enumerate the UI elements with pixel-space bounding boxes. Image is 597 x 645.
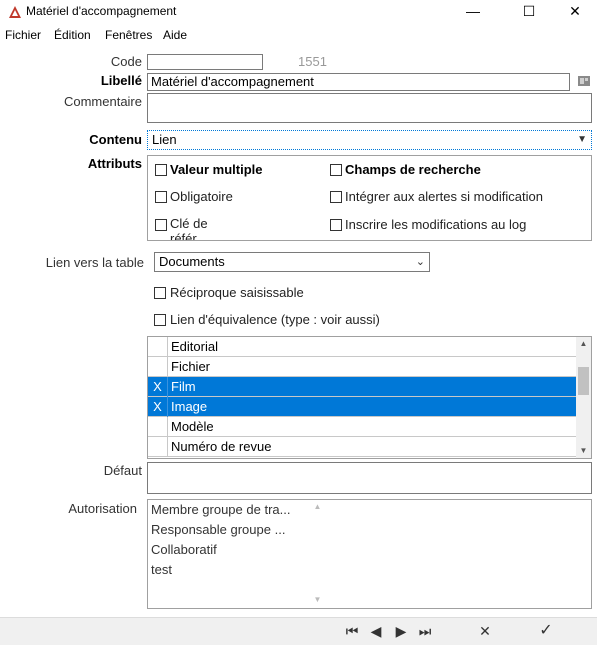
- inscrire-log-checkbox[interactable]: [330, 219, 342, 231]
- inscrire-log-label: Inscrire les modifications au log: [345, 217, 527, 232]
- chevron-down-icon: ⌄: [415, 256, 425, 268]
- lien-equivalence-label: Lien d'équivalence (type : voir aussi): [170, 312, 380, 327]
- menu-fenetres[interactable]: Fenêtres: [105, 28, 152, 42]
- lien-equivalence-checkbox[interactable]: [154, 314, 166, 326]
- code-input[interactable]: [147, 54, 263, 70]
- contenu-label: Contenu: [89, 132, 142, 147]
- code-label: Code: [110, 54, 142, 69]
- integrer-alertes-checkbox[interactable]: [330, 191, 342, 203]
- autorisation-label: Autorisation: [68, 501, 137, 516]
- obligatoire-label: Obligatoire: [170, 189, 233, 204]
- table-row[interactable]: Fichier: [148, 357, 576, 377]
- lien-table-value: Documents: [159, 254, 225, 269]
- cle-de-label-cont: référ...: [170, 231, 207, 240]
- translate-icon[interactable]: [577, 74, 591, 88]
- cle-de-checkbox[interactable]: [155, 219, 167, 231]
- obligatoire-checkbox[interactable]: [155, 191, 167, 203]
- commentaire-label: Commentaire: [63, 94, 142, 109]
- last-record-button[interactable]: ⏭: [415, 621, 435, 641]
- bottom-toolbar: [0, 617, 597, 645]
- app-icon: [9, 6, 21, 18]
- scroll-up-icon[interactable]: ▲: [576, 337, 591, 351]
- row-mark[interactable]: [148, 337, 168, 357]
- autorisation-scrollbar[interactable]: ▲ ▼: [310, 500, 325, 608]
- row-label: Modèle: [171, 419, 214, 434]
- contenu-value: Lien: [152, 132, 177, 147]
- table-types-list: Editorial Fichier X Film X Image Modèle Numéro …: [147, 336, 592, 459]
- close-button[interactable]: ✕: [552, 0, 597, 24]
- table-row[interactable]: Modèle: [148, 417, 576, 437]
- lien-table-select[interactable]: Documents ⌄: [154, 252, 430, 272]
- list-item[interactable]: Responsable groupe ...: [151, 522, 285, 537]
- row-mark[interactable]: X: [148, 397, 168, 417]
- row-label: Fichier: [171, 359, 211, 374]
- champs-recherche-checkbox[interactable]: [330, 164, 342, 176]
- row-mark[interactable]: X: [148, 377, 168, 397]
- list-item[interactable]: test: [151, 562, 172, 577]
- row-label: Film: [171, 379, 196, 394]
- champs-recherche-label: Champs de recherche: [345, 162, 481, 177]
- integrer-alertes-label: Intégrer aux alertes si modification: [345, 189, 543, 204]
- menu-aide[interactable]: Aide: [163, 28, 187, 42]
- valeur-multiple-label: Valeur multiple: [170, 162, 263, 177]
- autorisation-list: Membre groupe de tra... Responsable group…: [147, 499, 592, 609]
- scroll-thumb[interactable]: [578, 367, 589, 395]
- row-mark[interactable]: [148, 437, 168, 457]
- window-title: Matériel d'accompagnement: [26, 4, 177, 18]
- cancel-button[interactable]: ✕: [475, 621, 495, 641]
- reciproque-checkbox[interactable]: [154, 287, 166, 299]
- row-label: Image: [171, 399, 208, 414]
- table-row[interactable]: Numéro de revue: [148, 437, 576, 457]
- list-item[interactable]: Membre groupe de tra...: [151, 502, 290, 517]
- commentaire-input[interactable]: [147, 93, 592, 123]
- list-item[interactable]: Collaboratif: [151, 542, 217, 557]
- table-row[interactable]: X Image: [148, 397, 576, 417]
- libelle-input[interactable]: Matériel d'accompagnement: [147, 73, 570, 91]
- scroll-down-icon[interactable]: ▼: [310, 593, 325, 607]
- valeur-multiple-checkbox[interactable]: [155, 164, 167, 176]
- row-label: Editorial: [171, 339, 218, 354]
- defaut-label: Défaut: [103, 463, 142, 478]
- scroll-up-icon[interactable]: ▲: [310, 500, 325, 514]
- defaut-input[interactable]: [147, 462, 592, 494]
- reciproque-label: Réciproque saisissable: [170, 285, 304, 300]
- row-mark[interactable]: [148, 357, 168, 377]
- menu-edition[interactable]: Édition: [54, 28, 91, 42]
- chevron-down-icon: ▼: [577, 134, 587, 145]
- menu-fichier[interactable]: Fichier: [5, 28, 41, 42]
- list-scrollbar[interactable]: ▲ ▼: [576, 337, 591, 458]
- table-row[interactable]: Editorial: [148, 337, 576, 357]
- validate-button[interactable]: ✓: [536, 621, 556, 641]
- attributs-label: Attributs: [87, 156, 142, 171]
- row-mark[interactable]: [148, 417, 168, 437]
- cle-de-label: Clé de: [170, 216, 208, 231]
- lien-table-label: Lien vers la table: [45, 255, 144, 270]
- code-number: 1551: [298, 54, 327, 69]
- contenu-select[interactable]: Lien ▼: [147, 130, 592, 150]
- scroll-down-icon[interactable]: ▼: [576, 444, 591, 458]
- table-row[interactable]: X Film: [148, 377, 576, 397]
- next-record-button[interactable]: ▶: [391, 621, 411, 641]
- cle-de-label-wrap: Clé de référ...: [170, 216, 208, 240]
- previous-record-button[interactable]: ◀: [366, 621, 386, 641]
- first-record-button[interactable]: ⏮: [342, 621, 362, 641]
- row-label: Numéro de revue: [171, 439, 272, 454]
- maximize-button[interactable]: ☐: [506, 0, 552, 24]
- minimize-button[interactable]: —: [450, 0, 496, 24]
- libelle-label: Libellé: [100, 73, 142, 88]
